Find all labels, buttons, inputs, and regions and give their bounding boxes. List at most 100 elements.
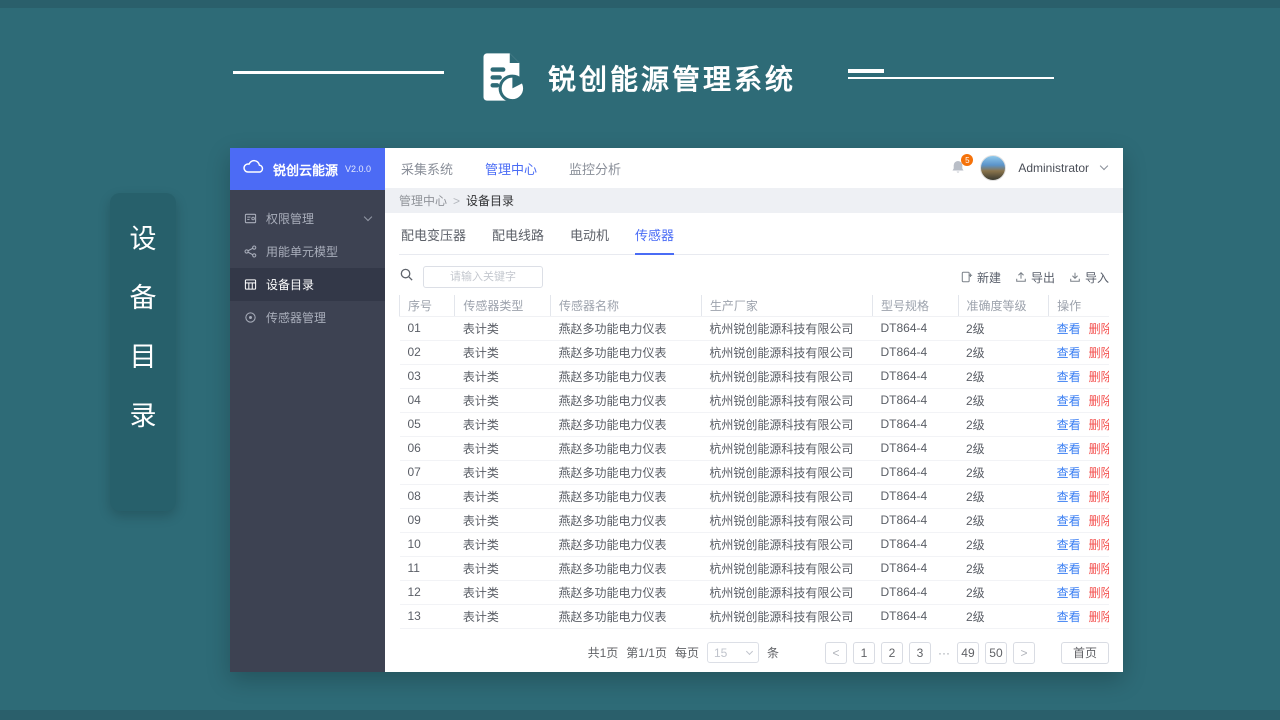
table-row: 03表计类燕赵多功能电力仪表杭州锐创能源科技有限公司DT864-42级查看删除 xyxy=(399,364,1109,389)
next-page-button[interactable]: > xyxy=(1012,641,1035,664)
cell-type: 表计类 xyxy=(454,412,551,437)
delete-link[interactable]: 删除 xyxy=(1089,418,1109,432)
import-button-label: 导入 xyxy=(1084,270,1109,285)
cell-actions: 查看删除 xyxy=(1048,484,1109,509)
sidebar-item-energy-unit-model[interactable]: 用能单元模型 xyxy=(230,235,385,268)
import-button[interactable]: 导入 xyxy=(1069,269,1109,286)
view-link[interactable]: 查看 xyxy=(1057,370,1081,384)
delete-link[interactable]: 删除 xyxy=(1089,442,1109,456)
view-link[interactable]: 查看 xyxy=(1057,394,1081,408)
nav-collection-system[interactable]: 采集系统 xyxy=(401,159,453,178)
cell-model: DT864-4 xyxy=(872,580,958,605)
cell-no: 13 xyxy=(399,604,455,629)
avatar[interactable] xyxy=(980,155,1007,181)
column-header-accuracy: 准确度等级 xyxy=(957,295,1049,317)
view-link[interactable]: 查看 xyxy=(1057,514,1081,528)
delete-link[interactable]: 删除 xyxy=(1089,562,1109,576)
view-link[interactable]: 查看 xyxy=(1057,490,1081,504)
cell-model: DT864-4 xyxy=(872,316,958,341)
export-button[interactable]: 导出 xyxy=(1015,269,1055,286)
delete-link[interactable]: 删除 xyxy=(1089,610,1109,624)
notification-badge: 5 xyxy=(961,154,974,166)
cell-model: DT864-4 xyxy=(872,388,958,413)
breadcrumb-parent[interactable]: 管理中心 xyxy=(399,192,447,209)
vertical-label-char: 设 xyxy=(129,224,157,254)
column-header-no: 序号 xyxy=(398,295,455,317)
page-button-50[interactable]: 50 xyxy=(984,641,1007,664)
view-link[interactable]: 查看 xyxy=(1057,418,1081,432)
cell-accuracy: 2级 xyxy=(958,532,1049,557)
cell-model: DT864-4 xyxy=(872,556,958,581)
view-link[interactable]: 查看 xyxy=(1057,562,1081,576)
view-link[interactable]: 查看 xyxy=(1057,322,1081,336)
notification-bell-icon[interactable]: 5 xyxy=(950,154,974,178)
table-row: 10表计类燕赵多功能电力仪表杭州锐创能源科技有限公司DT864-42级查看删除 xyxy=(399,532,1109,557)
per-page-select[interactable]: 15 xyxy=(706,642,759,663)
app-window: 锐创云能源 V2.0.0 权限管理 用能单元模型 设备目录 传感器管理 采集系统… xyxy=(230,148,1123,672)
cell-no: 07 xyxy=(399,460,455,485)
cell-model: DT864-4 xyxy=(872,604,958,629)
cell-model: DT864-4 xyxy=(872,436,958,461)
nav-monitoring-analysis[interactable]: 监控分析 xyxy=(569,159,621,178)
first-page-button[interactable]: 首页 xyxy=(1060,641,1109,664)
nav-management-center[interactable]: 管理中心 xyxy=(485,159,537,178)
vertical-label-char: 备 xyxy=(129,283,157,313)
cell-actions: 查看删除 xyxy=(1048,556,1109,581)
delete-link[interactable]: 删除 xyxy=(1089,466,1109,480)
new-button[interactable]: 新建 xyxy=(961,269,1001,286)
search-input[interactable] xyxy=(423,266,543,288)
delete-link[interactable]: 删除 xyxy=(1089,490,1109,504)
tab-sensor[interactable]: 传感器 xyxy=(635,225,675,255)
cell-type: 表计类 xyxy=(454,532,551,557)
delete-link[interactable]: 删除 xyxy=(1089,370,1109,384)
cell-accuracy: 2级 xyxy=(958,460,1049,485)
cell-model: DT864-4 xyxy=(872,364,958,389)
delete-link[interactable]: 删除 xyxy=(1089,322,1109,336)
view-link[interactable]: 查看 xyxy=(1057,346,1081,360)
page-button-49[interactable]: 49 xyxy=(956,641,979,664)
sidebar-logo-version: V2.0.0 xyxy=(345,164,372,174)
user-dropdown-chevron-icon[interactable] xyxy=(1099,161,1109,171)
cell-accuracy: 2级 xyxy=(958,580,1049,605)
page-button-1[interactable]: 1 xyxy=(852,641,875,664)
delete-link[interactable]: 删除 xyxy=(1089,514,1109,528)
delete-link[interactable]: 删除 xyxy=(1089,394,1109,408)
delete-link[interactable]: 删除 xyxy=(1089,346,1109,360)
pager-pages: 1 2 3 ··· 49 50 xyxy=(852,641,1007,664)
cell-actions: 查看删除 xyxy=(1048,580,1109,605)
table-row: 08表计类燕赵多功能电力仪表杭州锐创能源科技有限公司DT864-42级查看删除 xyxy=(399,484,1109,509)
cell-type: 表计类 xyxy=(454,508,551,533)
delete-link[interactable]: 删除 xyxy=(1089,538,1109,552)
tab-power-line[interactable]: 配电线路 xyxy=(492,225,544,254)
cell-accuracy: 2级 xyxy=(958,316,1049,341)
cell-type: 表计类 xyxy=(454,436,551,461)
cell-name: 燕赵多功能电力仪表 xyxy=(550,604,702,629)
pagination-total-pages: 共1页 xyxy=(587,646,619,660)
export-button-label: 导出 xyxy=(1030,270,1055,285)
sidebar-item-permission-management[interactable]: 权限管理 xyxy=(230,202,385,235)
view-link[interactable]: 查看 xyxy=(1057,538,1081,552)
view-link[interactable]: 查看 xyxy=(1057,466,1081,480)
cell-accuracy: 2级 xyxy=(958,436,1049,461)
header-right-line-top xyxy=(848,69,884,73)
content-area: 配电变压器 配电线路 电动机 传感器 请输入关键字 新建 导出 导入 序号 传感… xyxy=(385,213,1123,672)
view-link[interactable]: 查看 xyxy=(1057,586,1081,600)
tab-motor[interactable]: 电动机 xyxy=(570,225,609,254)
prev-page-button[interactable]: < xyxy=(824,641,847,664)
view-link[interactable]: 查看 xyxy=(1057,442,1081,456)
delete-link[interactable]: 删除 xyxy=(1089,586,1109,600)
sidebar-menu: 权限管理 用能单元模型 设备目录 传感器管理 xyxy=(230,190,385,334)
tab-transformer[interactable]: 配电变压器 xyxy=(401,225,466,254)
cell-actions: 查看删除 xyxy=(1048,388,1109,413)
cell-no: 02 xyxy=(399,340,455,365)
page-button-2[interactable]: 2 xyxy=(880,641,903,664)
cell-no: 04 xyxy=(399,388,455,413)
grid-icon xyxy=(244,279,257,290)
sidebar-item-device-catalog[interactable]: 设备目录 xyxy=(230,268,385,301)
search-icon xyxy=(399,267,414,287)
view-link[interactable]: 查看 xyxy=(1057,610,1081,624)
cell-manufacturer: 杭州锐创能源科技有限公司 xyxy=(701,340,873,365)
page-button-3[interactable]: 3 xyxy=(908,641,931,664)
sidebar-item-sensor-management[interactable]: 传感器管理 xyxy=(230,301,385,334)
cell-no: 08 xyxy=(399,484,455,509)
